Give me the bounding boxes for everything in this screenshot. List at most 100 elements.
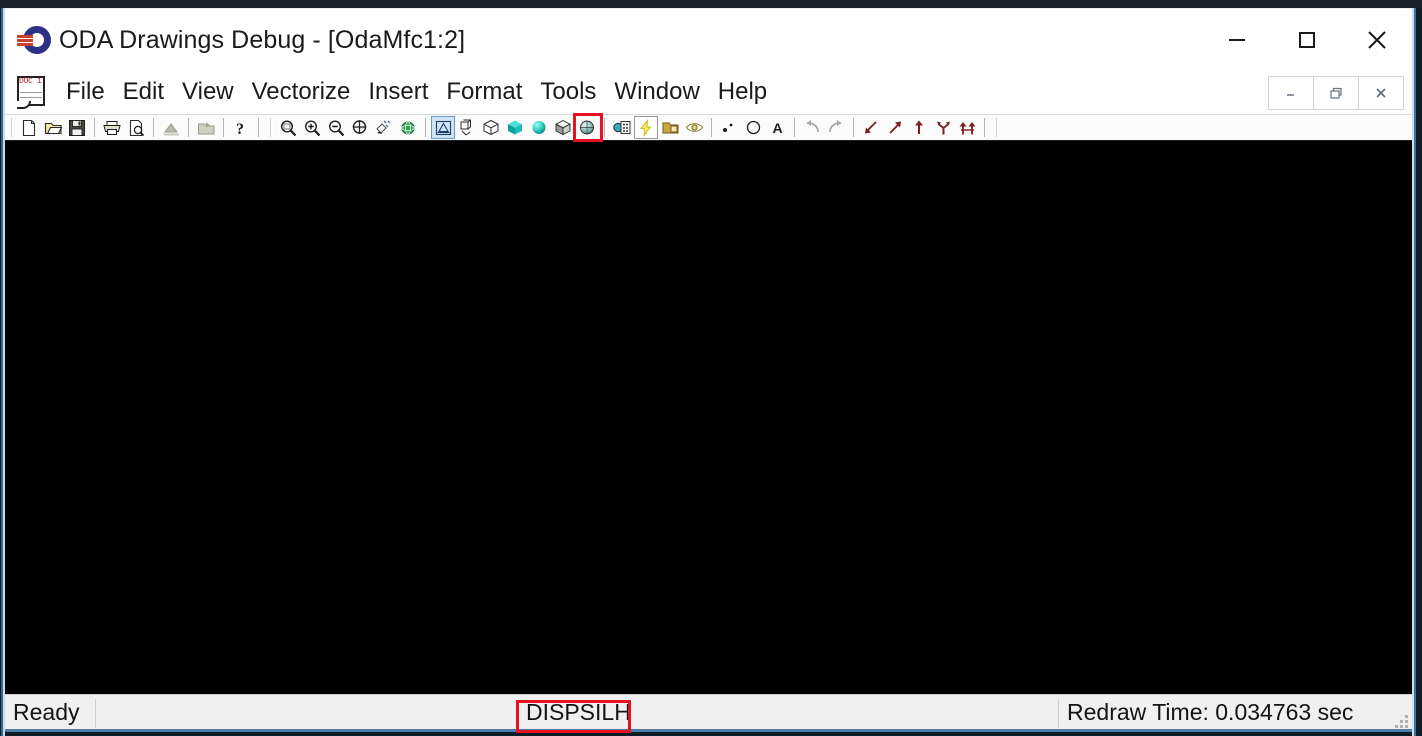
menu-item-edit[interactable]: Edit bbox=[114, 76, 173, 108]
menu-item-file[interactable]: File bbox=[57, 76, 114, 108]
arrow-up-icon bbox=[915, 120, 923, 134]
minimize-icon bbox=[1229, 39, 1245, 41]
orbit-globe-icon bbox=[401, 121, 414, 134]
menu-item-view[interactable]: View bbox=[173, 76, 243, 108]
text-a-icon: A bbox=[772, 120, 782, 136]
mdi-close-button[interactable] bbox=[1358, 76, 1404, 110]
status-redraw-text: Redraw Time: 0.034763 sec bbox=[1067, 699, 1354, 725]
zoom-in-button[interactable] bbox=[300, 116, 324, 139]
zoom-out-button[interactable] bbox=[324, 116, 348, 139]
mdi-minimize-icon bbox=[1287, 94, 1294, 96]
menu-item-window[interactable]: Window bbox=[605, 76, 708, 108]
zoom-out-icon bbox=[328, 119, 344, 136]
toolbar-separator bbox=[794, 118, 795, 137]
orbit-button[interactable] bbox=[396, 116, 420, 139]
branch-arrow-icon bbox=[936, 121, 950, 135]
maximize-icon bbox=[1299, 32, 1315, 48]
merge-arrow-icon bbox=[959, 122, 975, 135]
point-button[interactable] bbox=[717, 116, 741, 139]
save-floppy-icon bbox=[69, 119, 85, 136]
arrow-down-left-icon bbox=[865, 121, 877, 134]
hidden-cube-icon bbox=[483, 119, 499, 136]
toolbar-grip[interactable] bbox=[11, 118, 14, 137]
help-button[interactable]: ? bbox=[229, 116, 253, 139]
merge-button[interactable] bbox=[955, 116, 979, 139]
question-mark-icon: ? bbox=[236, 121, 244, 137]
oda-logo-icon bbox=[17, 22, 53, 58]
window-controls bbox=[1202, 9, 1412, 71]
document-icon: DOC 1 bbox=[15, 74, 49, 110]
printer-icon bbox=[103, 120, 121, 135]
gouraud-sphere-icon bbox=[532, 121, 546, 134]
dispsilh-button[interactable] bbox=[634, 116, 658, 139]
svg-text:A: A bbox=[772, 120, 782, 136]
wireframe-3d-button[interactable] bbox=[455, 116, 479, 139]
document-icon-label: DOC 1 bbox=[19, 77, 42, 86]
menu-item-format[interactable]: Format bbox=[437, 76, 531, 108]
menu-item-insert[interactable]: Insert bbox=[359, 76, 437, 108]
render-button[interactable] bbox=[159, 116, 183, 139]
material-swatch-icon bbox=[612, 121, 630, 134]
toolbar-separator bbox=[188, 118, 189, 137]
application-window: ODA Drawings Debug - [OdaMfc1:2] DOC 1 F… bbox=[0, 0, 1422, 736]
render-icon bbox=[163, 122, 179, 135]
new-button[interactable] bbox=[17, 116, 41, 139]
zoom-extents-button[interactable] bbox=[348, 116, 372, 139]
material-button[interactable] bbox=[610, 116, 634, 139]
mdi-minimize-button[interactable] bbox=[1268, 76, 1314, 110]
menu-item-vectorize[interactable]: Vectorize bbox=[243, 76, 360, 108]
hidden-line-button[interactable] bbox=[479, 116, 503, 139]
status-bar-underline bbox=[5, 729, 1412, 732]
mdi-window-controls bbox=[1268, 76, 1404, 110]
open-button[interactable] bbox=[41, 116, 65, 139]
drawing-canvas[interactable] bbox=[5, 141, 1412, 694]
arrow-up-right-icon bbox=[889, 121, 901, 134]
minimize-button[interactable] bbox=[1202, 9, 1272, 71]
status-command-text: DISPSILH bbox=[526, 699, 631, 725]
zoom-in-icon bbox=[304, 119, 320, 136]
new-document-icon bbox=[22, 119, 36, 136]
flat-shaded-button[interactable] bbox=[503, 116, 527, 139]
main-toolbar: ? A bbox=[5, 114, 1412, 141]
save-button[interactable] bbox=[65, 116, 89, 139]
circle-button[interactable] bbox=[741, 116, 765, 139]
branch-button[interactable] bbox=[931, 116, 955, 139]
toolbar-grip[interactable] bbox=[270, 118, 273, 137]
gouraud-shaded-edges-button[interactable] bbox=[575, 116, 599, 139]
layer-button[interactable] bbox=[658, 116, 682, 139]
print-preview-button[interactable] bbox=[124, 116, 148, 139]
flat-shaded-edges-button[interactable] bbox=[551, 116, 575, 139]
open-folder-icon bbox=[44, 122, 62, 134]
step-up-button[interactable] bbox=[907, 116, 931, 139]
step-back-button[interactable] bbox=[859, 116, 883, 139]
eye-icon bbox=[685, 123, 703, 132]
text-button[interactable]: A bbox=[765, 116, 789, 139]
layer-icon bbox=[662, 122, 678, 134]
maximize-button[interactable] bbox=[1272, 9, 1342, 71]
menu-item-help[interactable]: Help bbox=[709, 76, 776, 108]
close-icon bbox=[1368, 31, 1386, 49]
pan-button[interactable] bbox=[372, 116, 396, 139]
mdi-restore-button[interactable] bbox=[1313, 76, 1359, 110]
close-button[interactable] bbox=[1342, 9, 1412, 71]
lightning-bolt-icon bbox=[639, 118, 652, 137]
zoom-window-icon bbox=[280, 119, 296, 136]
wireframe-2d-button[interactable] bbox=[431, 116, 455, 139]
zoom-window-button[interactable] bbox=[276, 116, 300, 139]
title-bar: ODA Drawings Debug - [OdaMfc1:2] bbox=[5, 8, 1412, 71]
step-forward-button[interactable] bbox=[883, 116, 907, 139]
toolbar-grip[interactable] bbox=[996, 118, 999, 137]
import-folder-icon bbox=[197, 121, 214, 134]
status-bar: Ready DISPSILH Redraw Time: 0.034763 sec bbox=[5, 694, 1412, 732]
undo-button[interactable] bbox=[800, 116, 824, 139]
menu-item-tools[interactable]: Tools bbox=[531, 76, 605, 108]
import-button[interactable] bbox=[194, 116, 218, 139]
menu-items: File Edit View Vectorize Insert Format T… bbox=[57, 76, 776, 108]
resize-grip-icon[interactable] bbox=[1395, 715, 1409, 729]
flat-shaded-cube-icon bbox=[508, 120, 522, 135]
gouraud-shaded-button[interactable] bbox=[527, 116, 551, 139]
redo-button[interactable] bbox=[824, 116, 848, 139]
visibility-button[interactable] bbox=[682, 116, 706, 139]
print-button[interactable] bbox=[100, 116, 124, 139]
toolbar-separator bbox=[94, 118, 95, 137]
